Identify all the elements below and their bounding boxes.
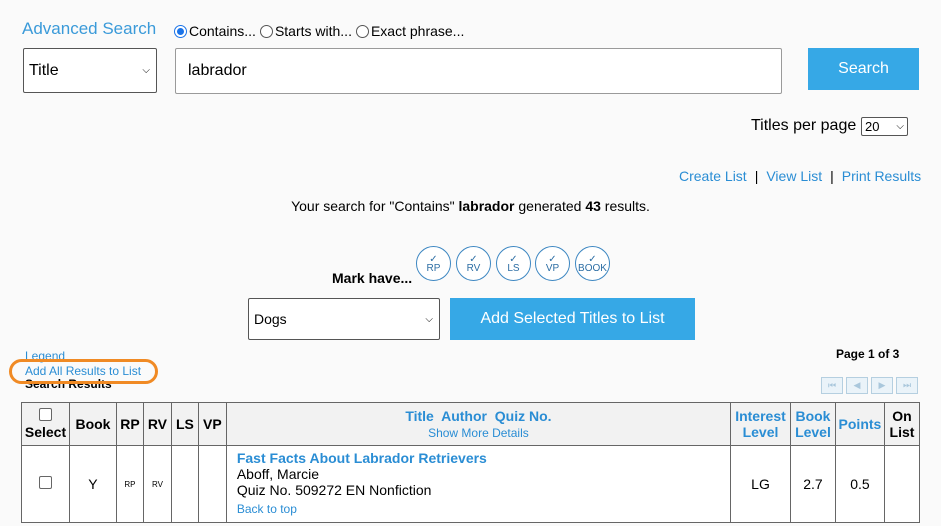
add-selected-titles-button[interactable]: Add Selected Titles to List	[450, 298, 695, 340]
chevron-down-icon: ⌵	[425, 313, 433, 325]
row-select-cell	[21, 445, 70, 523]
chevron-down-icon: ⌵	[142, 65, 150, 76]
add-all-results-link[interactable]: Add All Results to List	[9, 359, 158, 384]
mark-book-button[interactable]: ✓ BOOK	[575, 246, 610, 281]
summary-middle: generated	[518, 198, 582, 214]
mark-book-label: BOOK	[578, 262, 607, 274]
search-input[interactable]: labrador	[175, 48, 782, 94]
last-page-button[interactable]: ⏭	[896, 377, 918, 394]
mark-vp-button[interactable]: ✓ VP	[535, 246, 570, 281]
page-info: Page 1 of 3	[836, 347, 900, 361]
search-field-value: Title	[29, 61, 59, 79]
search-summary: Your search for "Contains" labrador gene…	[0, 198, 941, 214]
mark-rv-label: RV	[466, 262, 481, 274]
first-page-icon: ⏮	[827, 380, 837, 390]
mark-vp-label: VP	[545, 262, 560, 274]
vp-cell	[197, 445, 227, 523]
page-title: Advanced Search	[22, 19, 157, 38]
print-results-link[interactable]: Print Results	[842, 168, 921, 184]
summary-suffix: results.	[604, 198, 650, 214]
rv-cell: RV	[142, 445, 172, 523]
quiz-number: Quiz No. 509272 EN Nonfiction	[236, 482, 432, 498]
titles-per-page-label: Titles per page	[751, 117, 857, 134]
book-header: Book	[68, 402, 117, 446]
back-to-top-link[interactable]: Back to top	[237, 502, 720, 516]
interest-level-header[interactable]: Interest Level	[730, 402, 791, 446]
book-cell: Y	[68, 445, 117, 523]
mark-ls-label: LS	[507, 262, 520, 274]
book-author: Aboff, Marcie	[236, 466, 320, 482]
radio-starts-with[interactable]: Starts with...	[259, 23, 352, 39]
book-level-header[interactable]: Book Level	[789, 402, 836, 446]
mark-rv-button[interactable]: ✓ RV	[456, 246, 491, 281]
rv-header: RV	[142, 402, 172, 446]
titles-per-page-select[interactable]: 20 ⌵	[861, 117, 908, 136]
radio-contains-button[interactable]	[174, 24, 187, 38]
list-select-value: Dogs	[254, 311, 287, 327]
list-select[interactable]: Dogs ⌵	[248, 298, 440, 340]
results-table: Select Book RP RV LS VP Title Author Qui…	[21, 402, 921, 523]
points-header[interactable]: Points	[834, 402, 885, 446]
radio-exact-phrase-button[interactable]	[355, 24, 369, 38]
prev-page-button[interactable]: ◀	[846, 377, 868, 394]
book-level-cell: 2.7	[789, 445, 836, 523]
mark-ls-button[interactable]: ✓ LS	[496, 246, 531, 281]
book-title-link[interactable]: Fast Facts About Labrador Retrievers	[237, 450, 720, 466]
select-header: Select	[21, 402, 70, 446]
chevron-down-icon: ⌵	[896, 121, 904, 132]
show-more-details-link[interactable]: Show More Details	[428, 426, 529, 440]
title-header[interactable]: Title Author Quiz No. Show More Details	[225, 402, 732, 446]
ls-cell	[170, 445, 199, 523]
vp-header: VP	[197, 402, 227, 446]
first-page-button[interactable]: ⏮	[821, 377, 843, 394]
link-separator: |	[754, 168, 759, 184]
points-cell: 0.5	[834, 445, 885, 523]
radio-exact-phrase[interactable]: Exact phrase...	[355, 23, 465, 39]
radio-exact-phrase-label: Exact phrase...	[370, 23, 465, 39]
link-separator: |	[830, 168, 834, 184]
summary-prefix: Your search for "Contains"	[291, 198, 455, 214]
next-page-button[interactable]: ▶	[871, 377, 893, 394]
next-page-icon: ▶	[878, 380, 886, 390]
rp-header: RP	[115, 402, 144, 446]
title-cell: Fast Facts About Labrador Retrievers Abo…	[225, 445, 732, 523]
on-list-cell	[883, 445, 921, 523]
select-all-checkbox[interactable]	[38, 408, 52, 421]
rp-cell: RP	[115, 445, 144, 523]
radio-starts-with-label: Starts with...	[274, 23, 352, 39]
mark-have-label: Mark have...	[332, 270, 413, 286]
create-list-link[interactable]: Create List	[679, 168, 747, 184]
radio-contains-label: Contains...	[189, 23, 256, 39]
prev-page-icon: ◀	[853, 380, 861, 390]
search-button[interactable]: Search	[808, 48, 919, 90]
summary-count: 43	[585, 198, 601, 214]
match-type-radio-group: Contains... Starts with... Exact phrase.…	[174, 23, 468, 39]
view-list-link[interactable]: View List	[766, 168, 822, 184]
table-header-row: Select Book RP RV LS VP Title Author Qui…	[21, 402, 921, 446]
titles-per-page-value: 20	[865, 119, 880, 134]
table-row: Y RP RV Fast Facts About Labrador Retrie…	[21, 445, 921, 523]
title-author-quiz-sort-link[interactable]: Title Author Quiz No.	[405, 408, 551, 424]
last-page-icon: ⏭	[902, 380, 912, 390]
radio-starts-with-button[interactable]	[259, 24, 273, 38]
ls-header: LS	[170, 402, 199, 446]
mark-rp-button[interactable]: ✓ RP	[416, 246, 451, 281]
pager: ⏮ ◀ ▶ ⏭	[821, 377, 918, 394]
interest-level-cell: LG	[730, 445, 791, 523]
search-field-select[interactable]: Title ⌵	[23, 48, 157, 93]
row-select-checkbox[interactable]	[38, 476, 52, 489]
radio-contains[interactable]: Contains...	[174, 23, 256, 39]
summary-term: labrador	[458, 198, 515, 214]
mark-rp-label: RP	[426, 262, 441, 274]
list-links: Create List | View List | Print Results	[679, 168, 921, 184]
on-list-header: On List	[883, 402, 921, 446]
select-header-label: Select	[24, 424, 67, 440]
